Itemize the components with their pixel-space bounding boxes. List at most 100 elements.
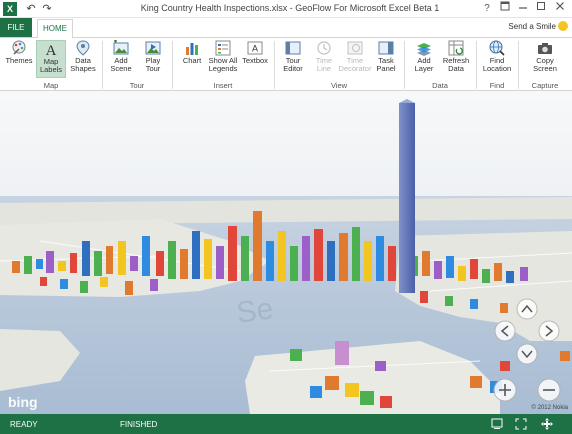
- task-panel-button[interactable]: Task Panel: [372, 40, 400, 78]
- themes-label: Themes: [5, 56, 33, 65]
- add-layer-label: Add Layer: [414, 56, 434, 73]
- themes-button[interactable]: Themes: [4, 40, 34, 78]
- textbox-label: Textbox: [242, 56, 268, 65]
- restore-icon: [500, 1, 510, 11]
- time-line-label: Time Line: [315, 56, 333, 73]
- data-shapes-label: Data Shapes: [70, 56, 96, 73]
- ribbon: Themes A Map Labels Data Shapes Map Add …: [0, 37, 572, 91]
- close-button[interactable]: [551, 1, 569, 17]
- tallest-data-column: [399, 103, 415, 293]
- map-copyright: © 2012 Nokia: [532, 404, 569, 411]
- play-tour-icon: [145, 41, 161, 55]
- task-panel-label: Task Panel: [376, 56, 396, 73]
- data-shapes-button[interactable]: Data Shapes: [68, 40, 98, 78]
- textbox-button[interactable]: A Textbox: [240, 40, 270, 78]
- status-fit-button[interactable]: [514, 417, 528, 431]
- time-decorator-button[interactable]: Time Decorator: [338, 40, 372, 78]
- rotate-left-button[interactable]: [494, 320, 516, 342]
- add-scene-label: Add Scene: [110, 56, 132, 73]
- copy-screen-button[interactable]: Copy Screen: [522, 40, 568, 78]
- time-decorator-icon: [347, 41, 363, 55]
- move-arrows-icon: [541, 418, 553, 430]
- tour-editor-button[interactable]: Tour Editor: [278, 40, 308, 78]
- svg-text:A: A: [252, 44, 258, 54]
- status-finished: FINISHED: [120, 420, 158, 429]
- svg-text:A: A: [46, 43, 57, 57]
- expand-icon: [515, 418, 527, 430]
- group-label-find: Find: [489, 81, 505, 90]
- redo-icon[interactable]: ↷: [40, 2, 54, 16]
- rotate-right-button[interactable]: [538, 320, 560, 342]
- maximize-icon: [537, 2, 545, 10]
- tab-file[interactable]: FILE: [0, 18, 32, 38]
- map-scene: Se bing © 2012 Nokia: [0, 91, 572, 414]
- map-canvas[interactable]: Se bing © 2012 Nokia: [0, 91, 572, 414]
- zoom-in-button[interactable]: [493, 378, 517, 402]
- tour-editor-icon: [285, 41, 301, 55]
- data-shapes-icon: [76, 40, 90, 56]
- play-tour-button[interactable]: Play Tour: [138, 40, 168, 78]
- show-all-legends-label: Show All Legends: [208, 56, 238, 73]
- screen-icon: [491, 418, 503, 429]
- status-move-button[interactable]: [540, 417, 554, 431]
- tour-editor-label: Tour Editor: [283, 56, 303, 73]
- maximize-button[interactable]: [532, 1, 550, 17]
- chart-button[interactable]: Chart: [176, 40, 208, 78]
- restore-button[interactable]: [496, 1, 514, 17]
- time-line-button[interactable]: Time Line: [310, 40, 338, 78]
- title-bar: X ↶ ↷ King Country Health Inspections.xl…: [0, 0, 572, 18]
- ribbon-tabs: FILE HOME Send a Smile: [0, 18, 572, 38]
- bar-chart-icon: [186, 43, 198, 55]
- refresh-data-icon: [448, 40, 464, 56]
- show-all-legends-button[interactable]: Show All Legends: [208, 40, 238, 78]
- group-label-view: View: [330, 81, 348, 90]
- undo-icon[interactable]: ↶: [24, 2, 38, 16]
- add-layer-button[interactable]: Add Layer: [408, 40, 440, 78]
- ribbon-separator: [404, 41, 405, 89]
- zoom-out-button[interactable]: [537, 378, 561, 402]
- window-title: King Country Health Inspections.xlsx - G…: [140, 3, 440, 13]
- minimize-icon: [519, 7, 527, 9]
- find-location-label: Find Location: [482, 56, 512, 73]
- ribbon-separator: [102, 41, 103, 89]
- tab-home[interactable]: HOME: [37, 19, 73, 38]
- tilt-down-button[interactable]: [516, 343, 538, 365]
- close-icon: [556, 2, 564, 10]
- globe-search-icon: [489, 40, 505, 56]
- ribbon-separator: [172, 41, 173, 89]
- smiley-icon: [558, 21, 568, 31]
- group-label-capture: Capture: [531, 81, 559, 90]
- sky: [0, 91, 572, 201]
- refresh-data-label: Refresh Data: [442, 56, 470, 73]
- help-button[interactable]: ?: [478, 1, 496, 17]
- letter-a-icon: A: [46, 43, 57, 57]
- themes-icon: [12, 40, 26, 55]
- ribbon-separator: [274, 41, 275, 89]
- send-a-smile[interactable]: Send a Smile: [508, 21, 568, 32]
- tilt-up-button[interactable]: [516, 298, 538, 320]
- ribbon-separator: [518, 41, 519, 89]
- status-ready: READY: [10, 420, 38, 429]
- map-labels-button[interactable]: A Map Labels: [36, 40, 66, 78]
- legend-icon: [215, 40, 231, 56]
- chart-label: Chart: [182, 56, 202, 65]
- group-label-map: Map: [43, 81, 59, 90]
- group-label-tour: Tour: [129, 81, 145, 90]
- layers-icon: [417, 43, 431, 56]
- street-label: Se: [234, 292, 275, 330]
- status-view-button[interactable]: [490, 417, 504, 431]
- bing-logo: bing: [8, 394, 38, 410]
- find-location-button[interactable]: Find Location: [480, 40, 514, 78]
- map-labels-label: Map Labels: [39, 57, 63, 74]
- add-scene-button[interactable]: Add Scene: [106, 40, 136, 78]
- camera-icon: [538, 43, 552, 54]
- group-label-data: Data: [432, 81, 448, 90]
- send-a-smile-label: Send a Smile: [508, 22, 556, 32]
- group-label-insert: Insert: [213, 81, 233, 90]
- copy-screen-label: Copy Screen: [533, 56, 557, 73]
- status-bar: READY FINISHED: [0, 414, 572, 434]
- play-tour-label: Play Tour: [145, 56, 161, 73]
- refresh-data-button[interactable]: Refresh Data: [440, 40, 472, 78]
- excel-app-icon[interactable]: X: [3, 2, 17, 16]
- minimize-button[interactable]: [514, 1, 532, 17]
